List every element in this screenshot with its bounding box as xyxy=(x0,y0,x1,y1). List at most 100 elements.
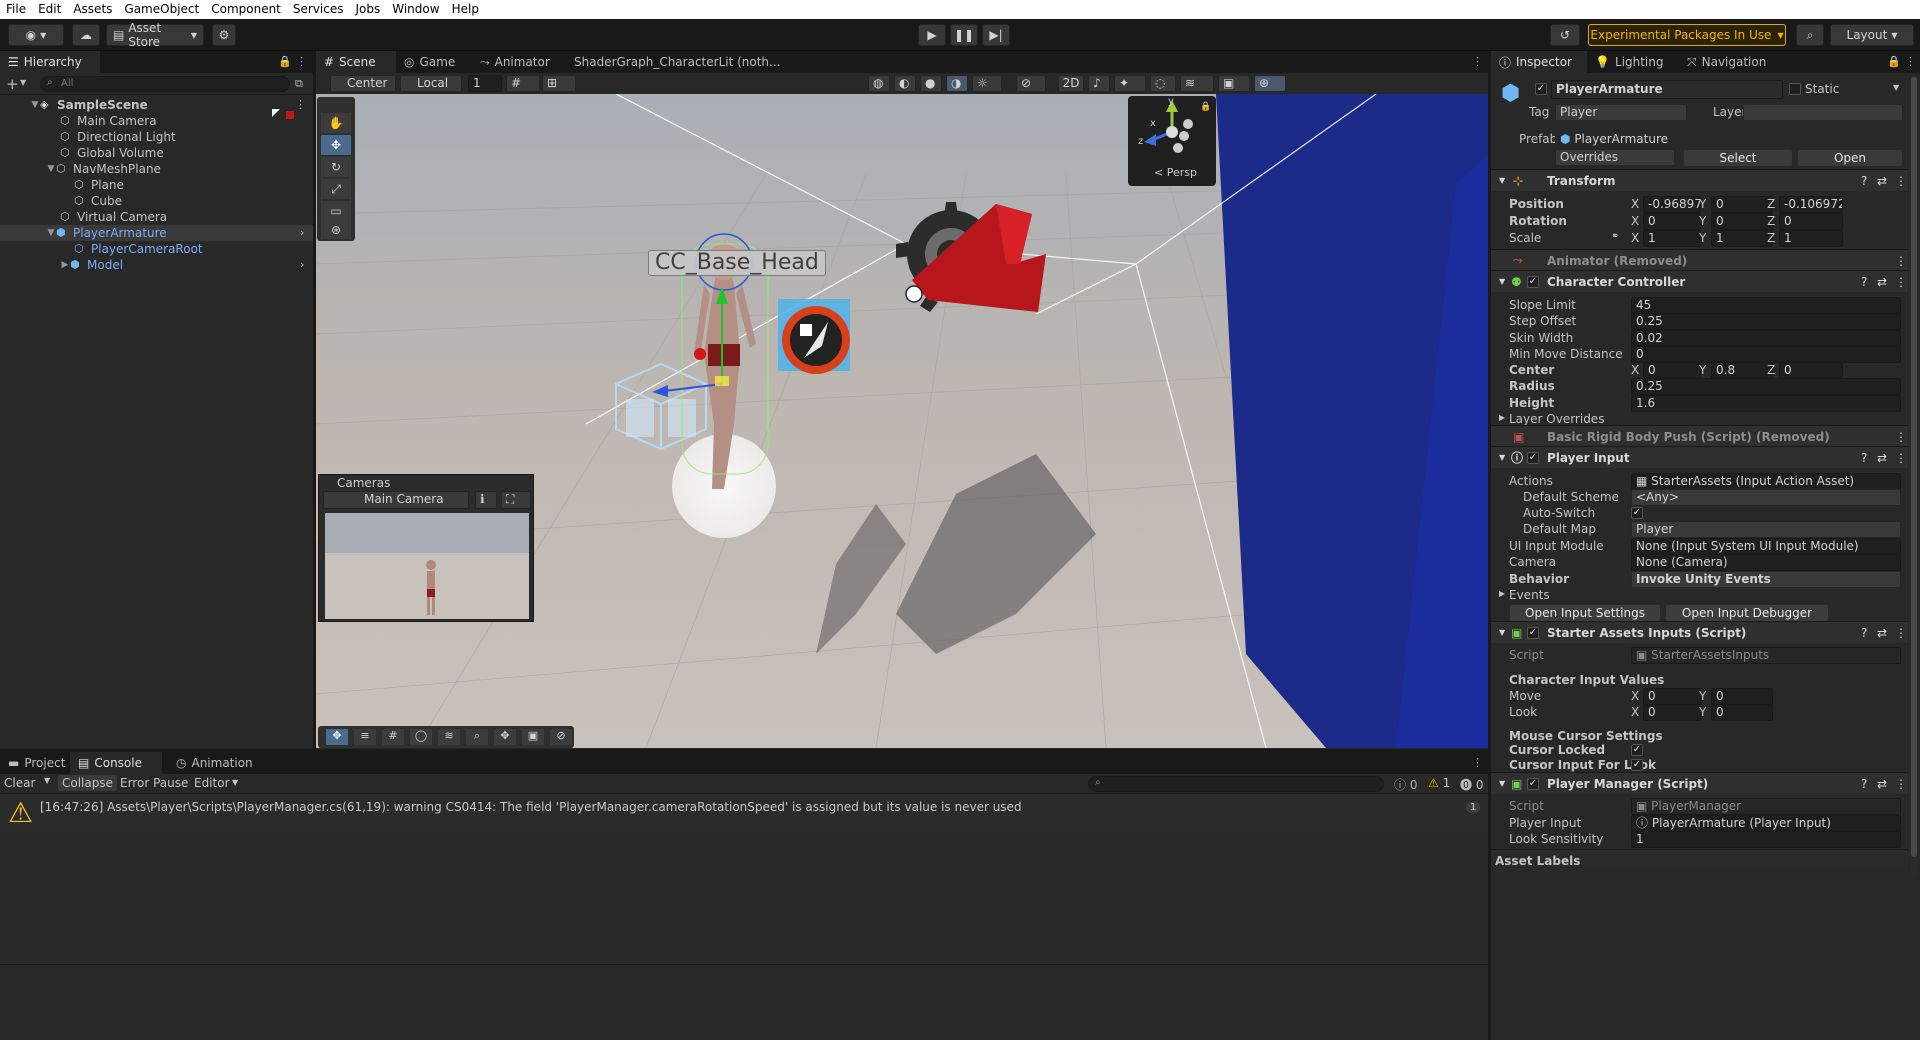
draw-mode-button[interactable]: ◍ xyxy=(868,75,890,92)
chevron-right-icon[interactable]: › xyxy=(300,258,304,271)
grid-size-field[interactable]: 1 xyxy=(468,75,502,92)
expand-arrow-icon[interactable]: ▼ xyxy=(30,100,40,110)
kebab-menu-icon[interactable]: ⋮ xyxy=(1895,174,1907,188)
chevron-down-icon[interactable]: ▼ xyxy=(1893,83,1899,92)
move-x-field[interactable]: 0 xyxy=(1643,688,1701,705)
rotation-z-field[interactable]: 0 xyxy=(1779,213,1843,230)
tab-console[interactable]: ▤ Console xyxy=(70,752,162,774)
tab-game[interactable]: ◎ Game xyxy=(396,51,472,73)
inspector-scrollbar[interactable] xyxy=(1910,75,1918,875)
asset-labels-bar[interactable]: Asset Labels xyxy=(1491,849,1908,871)
expand-arrow-icon[interactable]: ▶ xyxy=(1499,413,1505,422)
transform-tool-button[interactable]: ⊛ xyxy=(321,221,351,239)
position-y-field[interactable]: 0 xyxy=(1711,196,1773,213)
preset-icon[interactable]: ⇄ xyxy=(1877,451,1887,465)
gizmos-button[interactable]: ⊕ xyxy=(1254,75,1286,92)
transform-header[interactable]: ▼ ⊹ Transform ? ⇄ ⋮ xyxy=(1491,169,1908,191)
tab-shadergraph[interactable]: ShaderGraph_CharacterLit (noth... xyxy=(566,51,796,73)
open-button[interactable]: Open xyxy=(1797,149,1903,167)
collapse-toggle[interactable]: Collapse xyxy=(58,775,117,791)
preset-icon[interactable]: ⇄ xyxy=(1877,777,1887,791)
character-controller-header[interactable]: ▼ ⚉ ✓ Character Controller ? ⇄ ⋮ xyxy=(1491,270,1908,292)
menu-assets[interactable]: Assets xyxy=(67,0,118,19)
tag-dropdown[interactable]: Player xyxy=(1555,104,1687,121)
error-pause-toggle[interactable]: Error Pause xyxy=(120,776,188,790)
pivot-dropdown[interactable]: Center xyxy=(330,75,396,92)
hidden-objects-toggle[interactable]: ◌ xyxy=(1150,75,1176,92)
open-input-debugger-button[interactable]: Open Input Debugger xyxy=(1665,604,1829,622)
grid-icon[interactable]: # xyxy=(382,729,404,745)
move-icon[interactable]: ✥ xyxy=(494,729,516,745)
step-offset-field[interactable]: 0.25 xyxy=(1631,313,1901,330)
hierarchy-item-main-camera[interactable]: ⬡ Main Camera xyxy=(0,113,313,129)
player-input-ref-field[interactable]: ⓘ PlayerArmature (Player Input) xyxy=(1631,815,1901,832)
hierarchy-item-directional-light[interactable]: ⬡ Directional Light xyxy=(0,129,313,145)
scale-y-field[interactable]: 1 xyxy=(1711,230,1773,247)
layers-button[interactable]: ≋ xyxy=(1180,75,1214,92)
center-z-field[interactable]: 0 xyxy=(1779,362,1843,379)
collab-button[interactable]: ⚙ xyxy=(212,24,236,46)
events-foldout[interactable]: Events xyxy=(1509,588,1550,602)
kebab-menu-icon[interactable]: ⋮ xyxy=(1895,430,1907,444)
kebab-menu-icon[interactable]: ⋮ xyxy=(1895,626,1907,640)
chevron-right-icon[interactable]: › xyxy=(300,226,304,239)
zoom-icon[interactable]: ⌕ xyxy=(466,729,488,745)
player-manager-header[interactable]: ▼ ▣ ✓ Player Manager (Script) ? ⇄ ⋮ xyxy=(1491,772,1908,794)
center-x-field[interactable]: 0 xyxy=(1643,362,1701,379)
player-input-header[interactable]: ▼ ⓘ ✓ Player Input ? ⇄ ⋮ xyxy=(1491,446,1908,468)
hierarchy-search-input[interactable]: ⌕ All xyxy=(40,76,290,92)
preset-icon[interactable]: ⇄ xyxy=(1877,174,1887,188)
menu-window[interactable]: Window xyxy=(386,0,445,19)
effects-toggle[interactable]: ✦ xyxy=(1114,75,1146,92)
audio-toggle[interactable]: ♪ xyxy=(1088,75,1110,92)
object-name-field[interactable]: PlayerArmature xyxy=(1551,80,1783,99)
hierarchy-item-global-volume[interactable]: ⬡ Global Volume xyxy=(0,145,313,161)
lighting-toggle[interactable]: ☼ xyxy=(972,75,1002,92)
look-x-field[interactable]: 0 xyxy=(1643,704,1701,721)
starter-inputs-header[interactable]: ▼ ▣ ✓ Starter Assets Inputs (Script) ? ⇄… xyxy=(1491,621,1908,643)
tab-animator[interactable]: ⤳ Animator xyxy=(472,51,562,73)
hierarchy-item-virtual-camera[interactable]: ⬡ Virtual Camera xyxy=(0,209,313,225)
menu-jobs[interactable]: Jobs xyxy=(350,0,387,19)
chevron-down-icon[interactable]: ▼ xyxy=(20,78,26,87)
scene-viewport[interactable]: CC_Base_Head y z x < Persp 🔒 ✋ ✥ ↻ ⤢ ▭ ⊛… xyxy=(316,94,1488,748)
pause-button[interactable]: ❚❚ xyxy=(950,24,978,46)
layers-icon[interactable]: ≋ xyxy=(438,729,460,745)
compass-icon[interactable]: ⊘ xyxy=(550,729,572,745)
pan-icon[interactable]: ✥ xyxy=(326,729,348,745)
link-icon[interactable]: ⚭ xyxy=(1611,231,1619,242)
tab-scene[interactable]: # Scene xyxy=(316,51,396,73)
asset-store-button[interactable]: ▤ Asset Store ▼ xyxy=(106,21,204,49)
open-input-settings-button[interactable]: Open Input Settings xyxy=(1509,604,1661,622)
kebab-menu-icon[interactable]: ⋮ xyxy=(1472,55,1483,68)
shading-lit-button[interactable]: ◑ xyxy=(946,75,968,92)
tab-hierarchy[interactable]: ☰ Hierarchy xyxy=(0,51,100,73)
scale-z-field[interactable]: 1 xyxy=(1779,230,1843,247)
cursor-input-checkbox[interactable]: ✓ xyxy=(1631,759,1643,771)
hierarchy-item-plane[interactable]: ⬡ Plane xyxy=(0,177,313,193)
account-button[interactable]: ◉ ▼ xyxy=(8,24,64,46)
actions-field[interactable]: ▦ StarterAssets (Input Action Asset) xyxy=(1631,473,1901,490)
layout-button[interactable]: Layout ▼ xyxy=(1830,24,1914,46)
static-checkbox[interactable] xyxy=(1789,83,1801,95)
inspector-scroll-thumb[interactable] xyxy=(1911,77,1917,857)
experimental-packages-badge[interactable]: Experimental Packages In Use ▼ xyxy=(1588,24,1786,46)
tab-inspector[interactable]: ⓘ Inspector xyxy=(1491,51,1587,73)
lock-icon[interactable]: 🔒 xyxy=(1887,55,1901,68)
tab-project[interactable]: ▬ Project xyxy=(0,752,70,774)
space-dropdown[interactable]: Local xyxy=(400,75,462,92)
rotation-x-field[interactable]: 0 xyxy=(1643,213,1701,230)
kebab-menu-icon[interactable]: ⋮ xyxy=(1905,55,1916,68)
player-input-enabled[interactable]: ✓ xyxy=(1527,452,1539,464)
scale-x-field[interactable]: 1 xyxy=(1643,230,1701,247)
prefab-field[interactable]: ⬢ PlayerArmature xyxy=(1555,131,1895,148)
auto-switch-checkbox[interactable]: ✓ xyxy=(1631,507,1643,519)
height-field[interactable]: 1.6 xyxy=(1631,395,1901,412)
layer-dropdown[interactable] xyxy=(1743,104,1903,121)
chevron-down-icon[interactable]: ▼ xyxy=(232,778,238,787)
layer-overrides-foldout[interactable]: Layer Overrides xyxy=(1509,412,1604,426)
grid-snap-button[interactable]: # xyxy=(506,75,540,92)
hierarchy-item-model[interactable]: ▶ ⬢ Model › xyxy=(0,257,313,273)
cursor-locked-checkbox[interactable]: ✓ xyxy=(1631,744,1643,756)
scene-orientation-gizmo[interactable]: y z x < Persp 🔒 xyxy=(1128,96,1216,186)
